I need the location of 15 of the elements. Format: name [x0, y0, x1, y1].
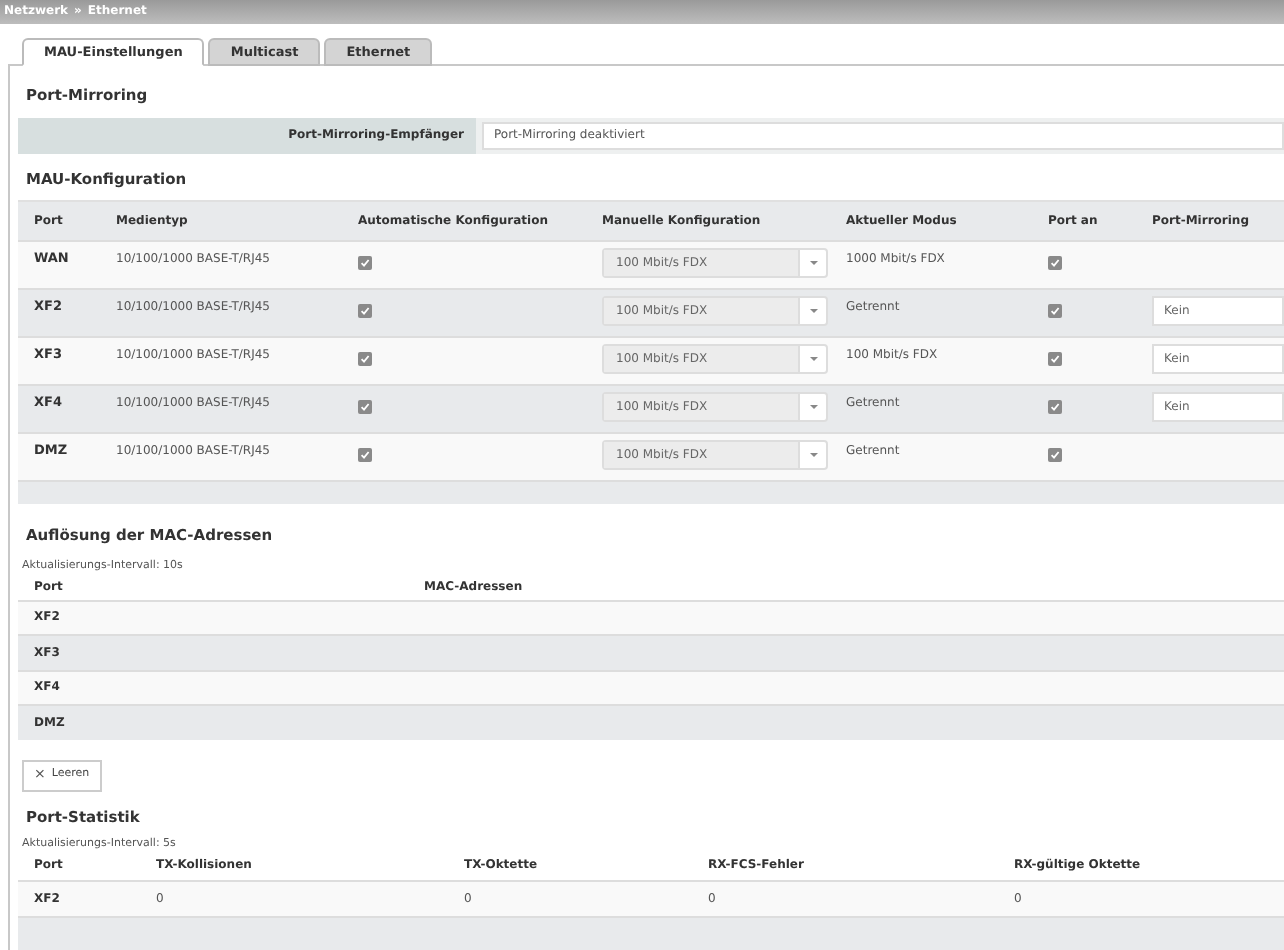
checkbox[interactable]: [1048, 352, 1062, 366]
checkbox[interactable]: [1048, 400, 1062, 414]
checkbox[interactable]: [358, 448, 372, 462]
caret-icon: [809, 452, 817, 458]
checkbox[interactable]: [1048, 256, 1062, 270]
checkbox[interactable]: [358, 352, 372, 366]
caret-icon: [809, 404, 817, 410]
checkbox[interactable]: [1048, 448, 1062, 462]
checkbox[interactable]: [358, 400, 372, 414]
checkbox[interactable]: [1048, 304, 1062, 318]
caret-icon: [809, 356, 817, 362]
caret-icon: [809, 260, 817, 266]
caret-icon: [809, 308, 817, 314]
checkbox[interactable]: [358, 304, 372, 318]
checkbox[interactable]: [358, 256, 372, 270]
